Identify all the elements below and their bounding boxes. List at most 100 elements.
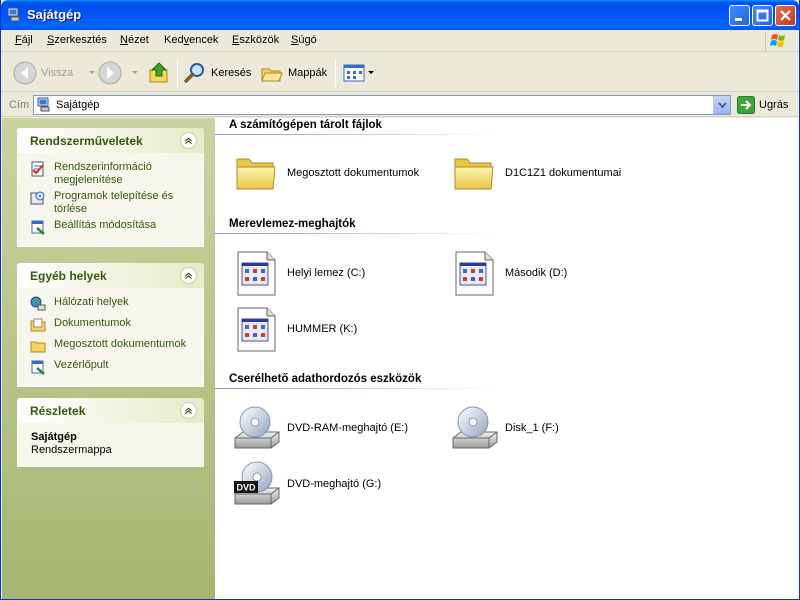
- menu-help[interactable]: Súgó: [291, 34, 317, 46]
- system-tasks-body: Rendszerinformáció megjelenítése Program…: [17, 153, 204, 247]
- hard-drive-icon: [237, 307, 276, 352]
- details-header[interactable]: Részletek: [17, 398, 204, 423]
- task-label: Dokumentumok: [54, 317, 132, 329]
- folder-icon: [236, 158, 276, 190]
- content-area: A számítógépen tárolt fájlok Megosztott …: [215, 118, 799, 599]
- item-label: Második (D:): [505, 267, 568, 279]
- folder-icon: [454, 158, 494, 190]
- chevron-down-icon: [89, 71, 96, 74]
- my-computer-icon: [37, 97, 50, 112]
- panel-title: Egyéb helyek: [30, 269, 107, 283]
- task-add-remove-programs[interactable]: Programok telepítése és törlése: [18, 190, 203, 216]
- item-label: D1C1Z1 dokumentumai: [505, 167, 622, 179]
- close-icon: [780, 10, 791, 21]
- chevron-down-icon: [718, 102, 727, 109]
- place-documents[interactable]: Dokumentumok: [18, 317, 203, 335]
- hard-drive-icon: [455, 251, 494, 296]
- maximize-button[interactable]: [752, 5, 773, 26]
- item-user-documents[interactable]: D1C1Z1 dokumentumai: [451, 146, 621, 200]
- windows-logo: [765, 31, 791, 51]
- up-folder-button[interactable]: [148, 59, 170, 87]
- go-button[interactable]: Ugrás: [737, 95, 788, 115]
- task-label: Hálózati helyek: [54, 296, 129, 308]
- item-label: Disk_1 (F:): [505, 422, 559, 434]
- folders-label: Mappák: [288, 67, 328, 79]
- menu-tools[interactable]: Eszközök: [232, 34, 279, 46]
- menu-favorites[interactable]: Kedvencek: [164, 34, 218, 46]
- item-drive-e[interactable]: DVD-RAM-meghajtó (E:): [233, 401, 408, 455]
- chevron-down-icon: [368, 71, 374, 74]
- shared-documents-icon: [30, 341, 46, 353]
- control-panel-settings-icon: [31, 220, 45, 235]
- minimize-button[interactable]: [729, 5, 750, 26]
- maximize-icon: [756, 9, 769, 22]
- item-drive-f[interactable]: Disk_1 (F:): [451, 401, 559, 455]
- address-value: Sajátgép: [56, 99, 100, 111]
- task-system-info[interactable]: Rendszerinformáció megjelenítése: [18, 161, 203, 187]
- item-drive-d[interactable]: Második (D:): [451, 246, 567, 300]
- item-drive-c[interactable]: Helyi lemez (C:): [233, 246, 365, 300]
- add-remove-programs-icon: [30, 191, 45, 205]
- system-tasks-panel: Rendszerműveletek Rendszerinformáció meg…: [17, 128, 204, 247]
- toolbar: Vissza Keresés Mappák: [1, 53, 799, 92]
- back-button[interactable]: Vissza: [13, 59, 97, 87]
- title-bar[interactable]: Sajátgép: [1, 0, 799, 30]
- other-places-header[interactable]: Egyéb helyek: [17, 263, 204, 288]
- task-label: Vezérlőpult: [54, 359, 109, 371]
- close-button[interactable]: [775, 5, 796, 26]
- search-label: Keresés: [211, 67, 252, 79]
- task-label: Programok telepítése és törlése: [54, 190, 174, 215]
- details-body: Sajátgép Rendszermappa: [17, 423, 204, 467]
- dvd-badge: DVD: [236, 483, 256, 493]
- menu-edit[interactable]: Szerkesztés: [47, 34, 107, 46]
- cd-drive-icon: [234, 406, 280, 449]
- go-arrow-icon: [737, 96, 755, 114]
- views-button[interactable]: [343, 59, 375, 87]
- menu-file[interactable]: Fájl: [15, 34, 33, 46]
- details-item-name: Sajátgép: [31, 431, 77, 443]
- window-title: Sajátgép: [27, 7, 82, 22]
- item-shared-documents[interactable]: Megosztott dokumentumok: [233, 146, 419, 200]
- go-label: Ugrás: [759, 99, 789, 111]
- dvd-drive-icon: DVD: [234, 461, 280, 505]
- item-drive-k[interactable]: HUMMER (K:): [233, 302, 357, 356]
- system-tasks-header[interactable]: Rendszerműveletek: [17, 128, 204, 153]
- my-computer-icon: [7, 7, 20, 22]
- search-button[interactable]: Keresés: [183, 59, 251, 87]
- group-divider: [215, 233, 497, 234]
- other-places-panel: Egyéb helyek Hálózati helyek Dokumentumo…: [17, 263, 204, 387]
- panel-title: Rendszerműveletek: [30, 134, 143, 148]
- place-shared-documents[interactable]: Megosztott dokumentumok: [18, 338, 203, 356]
- task-change-setting[interactable]: Beállítás módosítása: [18, 219, 203, 237]
- item-label: Megosztott dokumentumok: [287, 167, 420, 179]
- place-network[interactable]: Hálózati helyek: [18, 296, 203, 314]
- group-title: Merevlemez-meghajtók: [229, 218, 356, 230]
- place-control-panel[interactable]: Vezérlőpult: [18, 359, 203, 377]
- menu-bar: Fájl Szerkesztés Nézet Kedvencek Eszközö…: [1, 30, 799, 52]
- group-divider: [215, 134, 497, 135]
- folders-icon: [261, 68, 283, 82]
- collapse-chevron-icon[interactable]: [180, 132, 197, 149]
- system-info-icon: [31, 161, 44, 177]
- chevron-down-icon: [132, 71, 138, 74]
- task-pane: Rendszerműveletek Rendszerinformáció meg…: [2, 118, 215, 599]
- details-item-type: Rendszermappa: [31, 444, 112, 456]
- forward-arrow-icon: [98, 61, 122, 85]
- toolbar-separator: [177, 59, 178, 87]
- forward-button[interactable]: [98, 59, 140, 87]
- menu-view[interactable]: Nézet: [120, 34, 149, 46]
- group-title: Cserélhető adathordozós eszközök: [229, 373, 422, 385]
- up-folder-icon: [149, 62, 168, 83]
- item-label: DVD-RAM-meghajtó (E:): [287, 422, 409, 434]
- item-drive-g[interactable]: DVD DVD-meghajtó (G:): [233, 457, 381, 511]
- explorer-window: Sajátgép Fájl Szerkesztés Nézet Kedvence…: [0, 0, 800, 600]
- collapse-chevron-icon[interactable]: [180, 267, 197, 284]
- address-dropdown[interactable]: [713, 96, 730, 114]
- address-label: Cím: [9, 99, 30, 111]
- back-label: Vissza: [41, 67, 74, 79]
- address-bar: Cím Sajátgép Ugrás: [1, 93, 799, 117]
- panel-title: Részletek: [30, 404, 86, 418]
- address-input[interactable]: Sajátgép: [33, 95, 731, 115]
- folders-button[interactable]: Mappák: [260, 59, 327, 87]
- collapse-chevron-icon[interactable]: [180, 402, 197, 419]
